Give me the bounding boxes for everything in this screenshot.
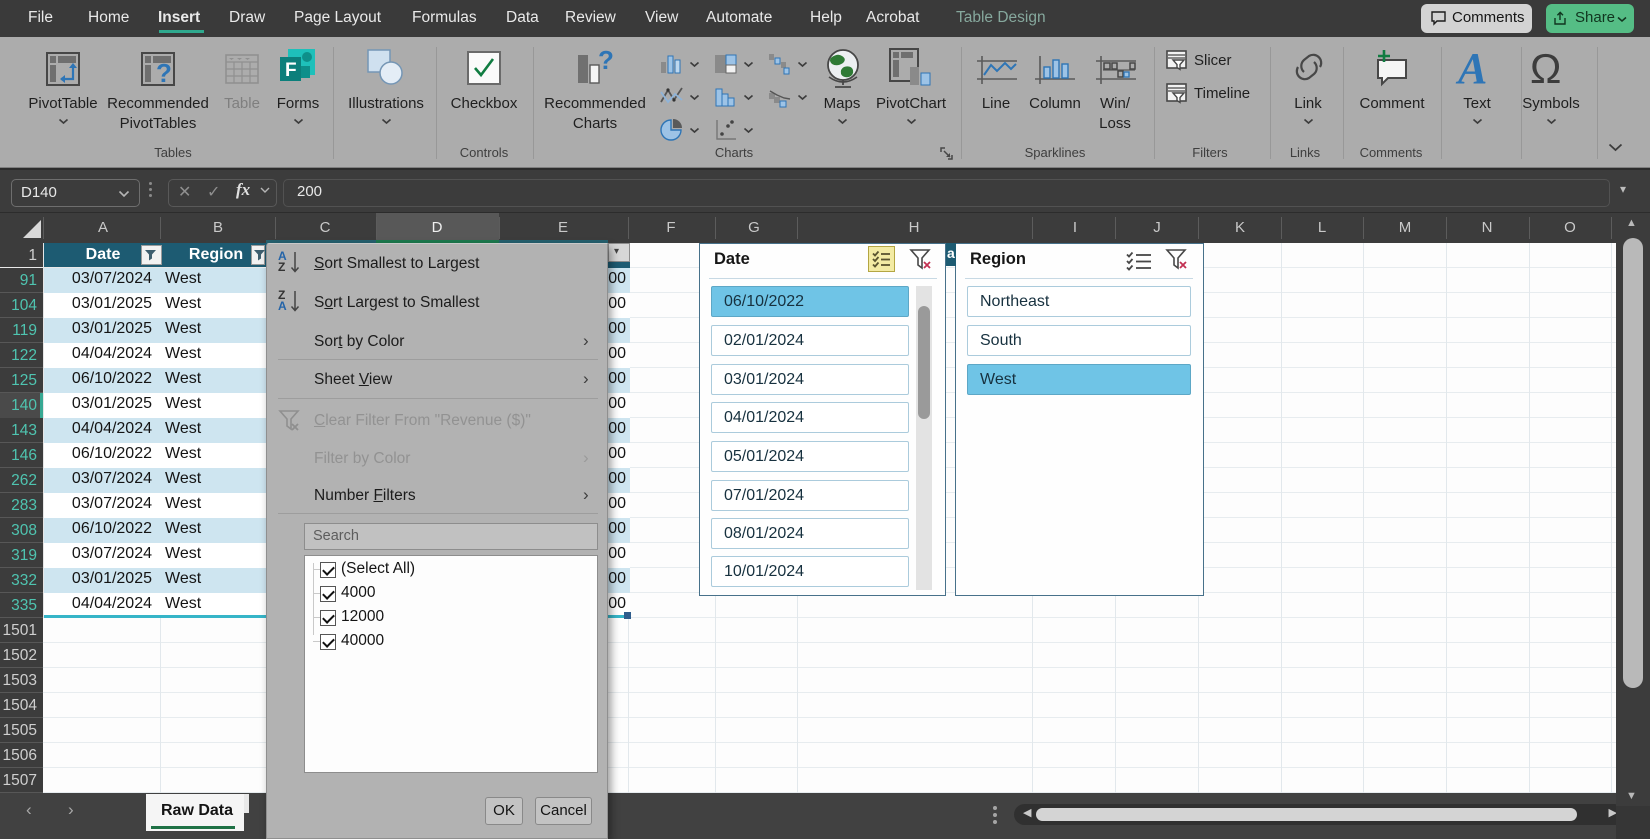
svg-text:?: ? [598, 47, 614, 75]
svg-text:?: ? [156, 58, 172, 88]
svg-text:F: F [285, 60, 297, 81]
